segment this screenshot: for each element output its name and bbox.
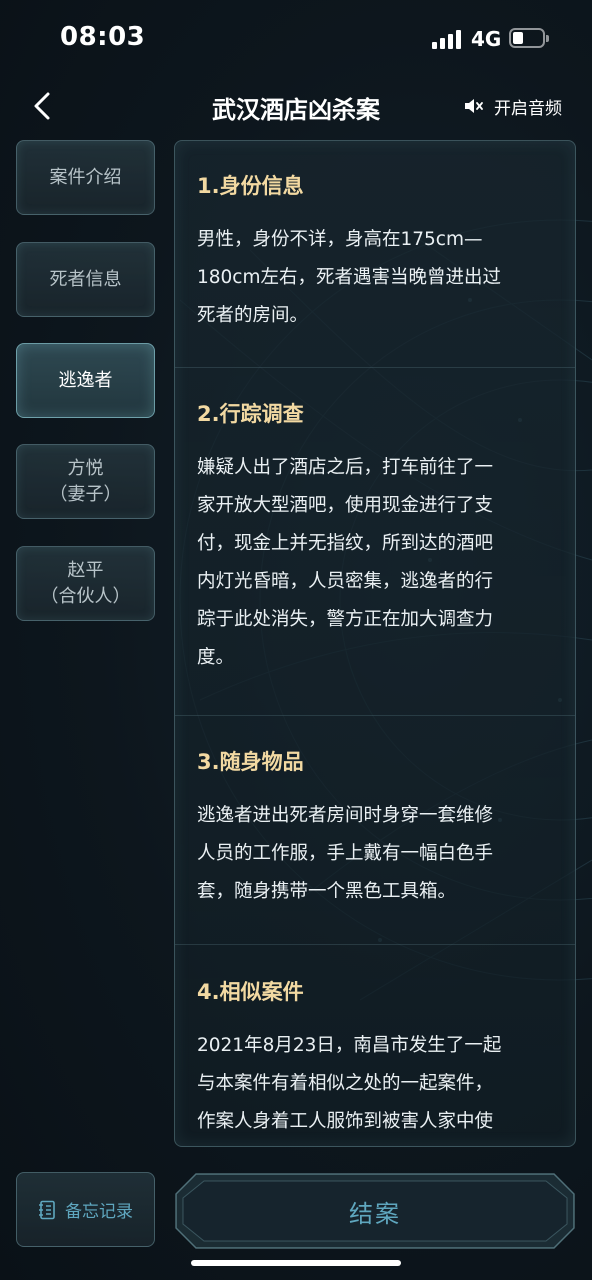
sidebar-item-fugitive[interactable]: 逃逸者	[16, 343, 155, 418]
section-body: 2021年8月23日，南昌市发生了一起 与本案件有着相似之处的一起案件， 作案人…	[197, 1027, 557, 1141]
section-body: 男性，身份不详，身高在175cm— 180cm左右，死者遇害当晚曾进出过 死者的…	[197, 221, 557, 335]
text-line: 内灯光昏暗，人员密集，逃逸者的行	[197, 571, 494, 592]
sidebar-item-label: 方悦	[67, 457, 104, 479]
section-title: 4.相似案件	[197, 980, 304, 1004]
sidebar-item-zhao-ping[interactable]: 赵平 （合伙人）	[16, 546, 155, 621]
text-line: 2021年8月23日，南昌市发生了一起	[197, 1035, 502, 1056]
sidebar-item-label: 逃逸者	[58, 369, 113, 391]
section-identity: 1.身份信息 男性，身份不详，身高在175cm— 180cm左右，死者遇害当晚曾…	[197, 171, 557, 335]
text-line: 逃逸者进出死者房间时身穿一套维修	[197, 805, 494, 826]
sidebar-item-sublabel: （妻子）	[49, 483, 122, 505]
header: 武汉酒店凶杀案 开启音频	[0, 80, 592, 132]
battery-icon	[509, 28, 549, 48]
section-title: 1.身份信息	[197, 174, 304, 198]
network-type: 4G	[471, 27, 502, 51]
text-line: 嫌疑人出了酒店之后，打车前往了一	[197, 457, 494, 478]
close-case-label: 结案	[349, 1200, 401, 1228]
section-belongings: 3.随身物品 逃逸者进出死者房间时身穿一套维修 人员的工作服，手上戴有一幅白色手…	[197, 747, 557, 911]
section-title: 2.行踪调查	[197, 402, 304, 426]
section-body: 逃逸者进出死者房间时身穿一套维修 人员的工作服，手上戴有一幅白色手 套，随身携带…	[197, 797, 557, 911]
section-body: 嫌疑人出了酒店之后，打车前往了一 家开放大型酒吧，使用现金进行了支 付，现金上并…	[197, 449, 557, 677]
sidebar-item-sublabel: （合伙人）	[40, 585, 131, 607]
text-line: 180cm左右，死者遇害当晚曾进出过	[197, 267, 502, 288]
case-detail-panel[interactable]: 1.身份信息 男性，身份不详，身高在175cm— 180cm左右，死者遇害当晚曾…	[174, 140, 576, 1147]
audio-toggle[interactable]: 开启音频	[462, 92, 562, 120]
home-indicator	[191, 1260, 401, 1266]
sidebar-item-label: 案件介绍	[49, 166, 122, 188]
text-line: 与本案件有着相似之处的一起案件，	[197, 1073, 494, 1094]
section-divider	[175, 367, 575, 368]
text-line: 人员的工作服，手上戴有一幅白色手	[197, 843, 494, 864]
text-line: 作案人身着工人服饰到被害人家中使	[197, 1111, 494, 1132]
sidebar-item-case-intro[interactable]: 案件介绍	[16, 140, 155, 215]
section-movement-investigation: 2.行踪调查 嫌疑人出了酒店之后，打车前往了一 家开放大型酒吧，使用现金进行了支…	[197, 399, 557, 677]
section-title: 3.随身物品	[197, 750, 304, 774]
close-case-button[interactable]: 结案	[174, 1172, 576, 1250]
memo-button-label: 备忘记录	[65, 1202, 133, 1222]
app-screen: 08:03 4G 武汉酒店凶杀案 开启音频 案件介绍 死者信息 逃逸者 方悦 （…	[0, 0, 592, 1280]
text-line: 度。	[197, 647, 235, 668]
text-line: 死者的房间。	[197, 305, 309, 326]
notebook-icon	[39, 1200, 55, 1219]
status-time: 08:03	[60, 22, 146, 52]
speaker-muted-icon	[465, 99, 483, 113]
text-line: 踪于此处消失，警方正在加大调查力	[197, 609, 494, 630]
sidebar-item-label: 死者信息	[49, 268, 122, 290]
section-divider	[175, 715, 575, 716]
audio-toggle-label: 开启音频	[494, 98, 562, 119]
section-divider	[175, 944, 575, 945]
text-line: 家开放大型酒吧，使用现金进行了支	[197, 495, 494, 516]
cellular-signal-icon	[432, 29, 464, 49]
text-line: 男性，身份不详，身高在175cm—	[197, 229, 483, 250]
sidebar-item-victim-info[interactable]: 死者信息	[16, 242, 155, 317]
status-bar: 08:03 4G	[0, 0, 592, 80]
section-similar-cases: 4.相似案件 2021年8月23日，南昌市发生了一起 与本案件有着相似之处的一起…	[197, 977, 557, 1141]
text-line: 套，随身携带一个黑色工具箱。	[197, 881, 457, 902]
sidebar-item-fang-yue[interactable]: 方悦 （妻子）	[16, 444, 155, 519]
sidebar-item-label: 赵平	[67, 559, 104, 581]
text-line: 付，现金上并无指纹，所到达的酒吧	[197, 533, 494, 554]
memo-button[interactable]: 备忘记录	[16, 1172, 155, 1247]
